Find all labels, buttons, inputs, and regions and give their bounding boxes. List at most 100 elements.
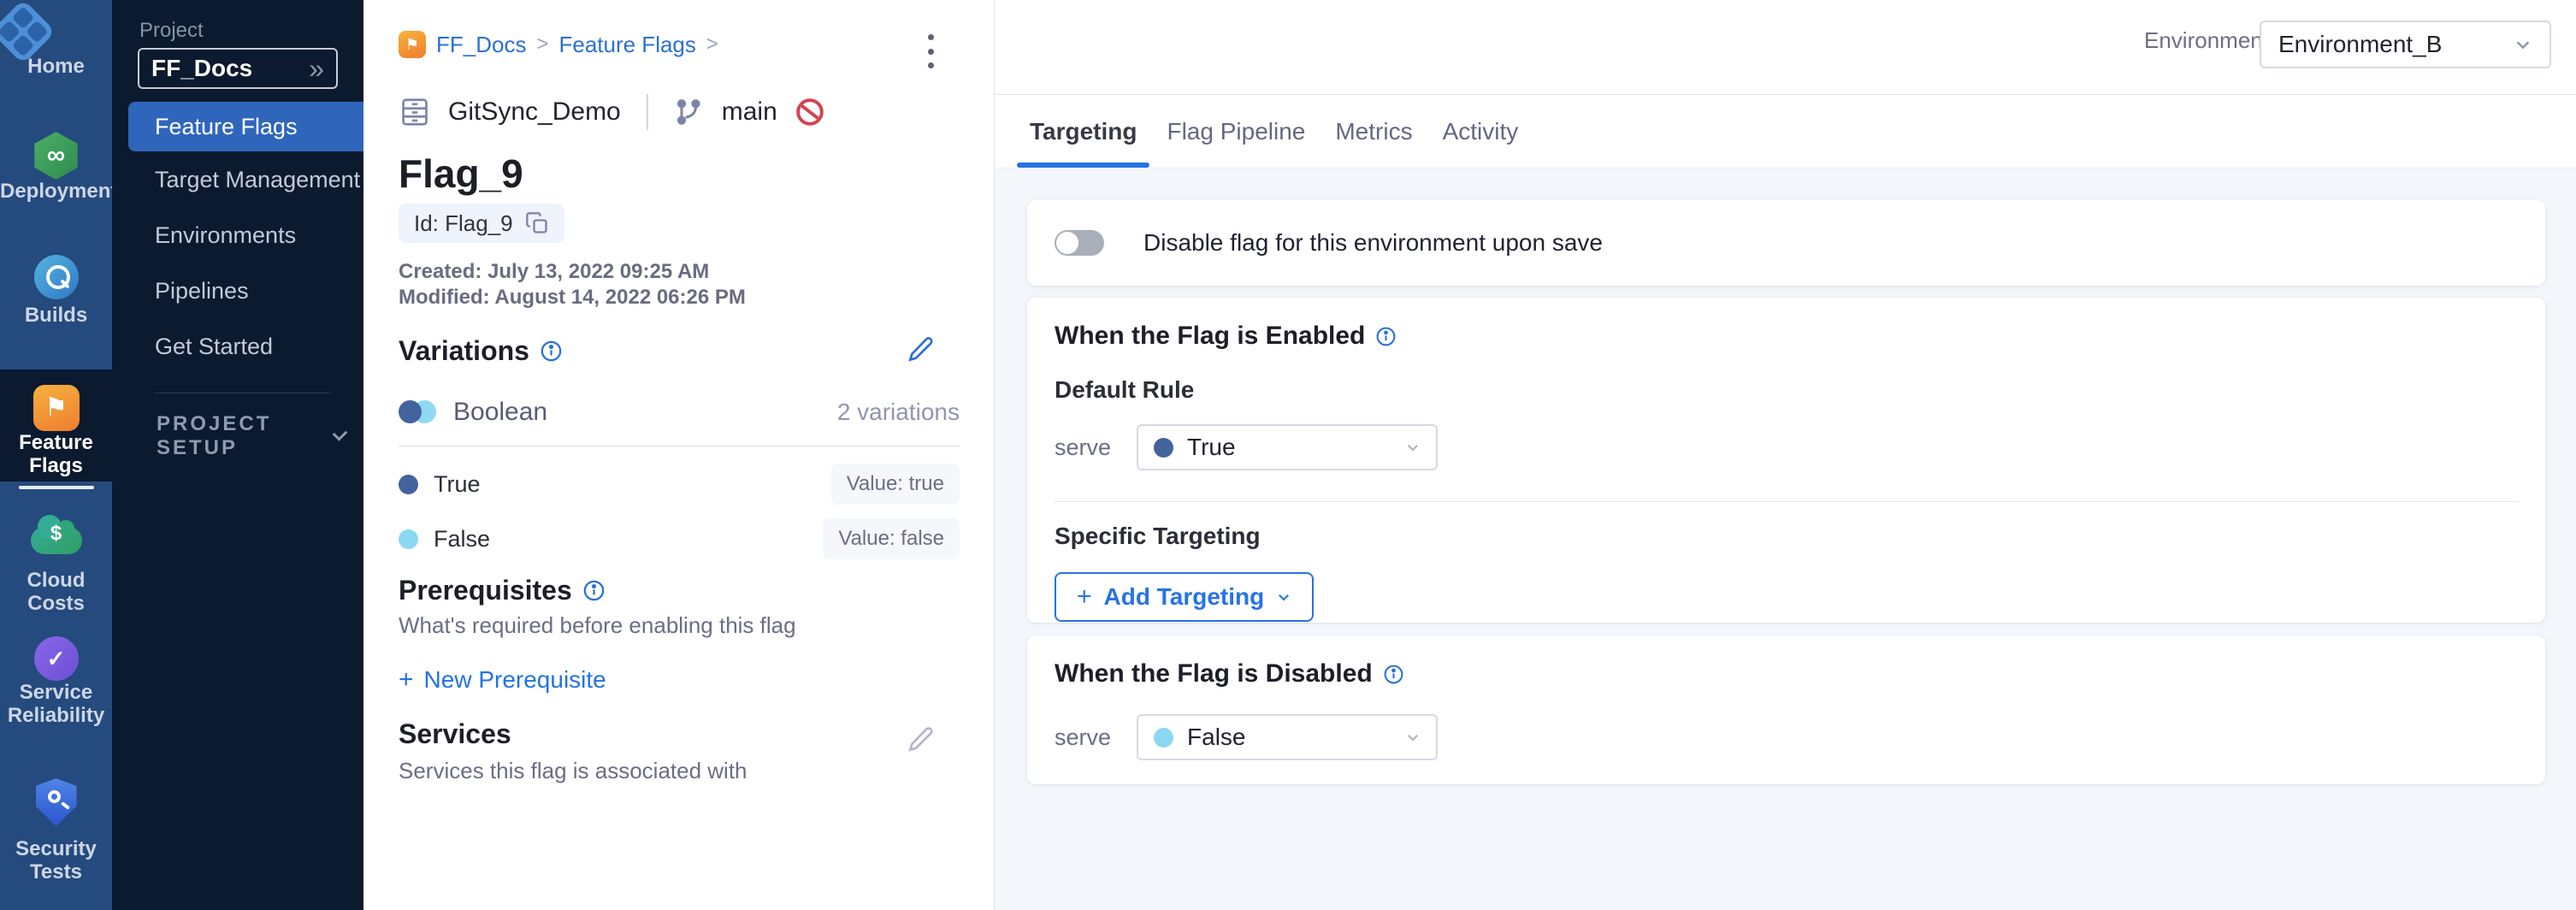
sidebar-item-label: Feature Flags (155, 114, 298, 140)
disabled-serve-value: False (1187, 724, 1391, 751)
enabled-serve-value: True (1187, 434, 1391, 461)
edit-variations-button[interactable] (907, 335, 942, 369)
targeting-content: Disable flag for this environment upon s… (995, 168, 2576, 910)
pencil-icon (907, 725, 935, 753)
tab-activity[interactable]: Activity (1443, 95, 1519, 168)
nav-module-home[interactable]: Home (0, 9, 112, 78)
sidebar-item-label: Pipelines (155, 278, 249, 304)
variation-name: True (434, 471, 481, 498)
variation-type-row: Boolean 2 variations (399, 393, 960, 431)
disable-flag-label: Disable flag for this environment upon s… (1143, 229, 1603, 257)
serve-label: serve (1055, 434, 1111, 461)
true-variation-dot (399, 475, 418, 494)
project-selector[interactable]: FF_Docs » (138, 48, 338, 89)
enabled-heading-row: When the Flag is Enabled (1055, 322, 2518, 351)
feature-flags-icon: ⚑ (33, 385, 80, 431)
boolean-type-icon (399, 400, 438, 424)
variation-count: 2 variations (837, 399, 960, 426)
sidebar-item-pipelines[interactable]: Pipelines (112, 266, 363, 316)
prerequisites-heading-row: Prerequisites (399, 575, 606, 606)
services-heading-row: Services (399, 718, 511, 750)
variation-name: False (434, 526, 490, 552)
variation-row-false: False Value: false (399, 517, 960, 561)
nav-module-builds[interactable]: Builds (0, 255, 112, 327)
tab-label: Activity (1443, 118, 1519, 145)
variation-type-label: Boolean (453, 398, 547, 427)
pencil-icon (907, 335, 935, 363)
tab-targeting[interactable]: Targeting (1030, 95, 1137, 168)
module-rail: Home ∞ Deployments Builds ⚑ Feature Flag… (0, 0, 112, 910)
add-targeting-label: Add Targeting (1104, 583, 1265, 611)
add-targeting-button[interactable]: + Add Targeting (1055, 572, 1314, 622)
services-subtitle: Services this flag is associated with (399, 758, 747, 784)
git-branch-name[interactable]: main (722, 98, 777, 127)
rail-label: Feature Flags (0, 431, 112, 477)
security-tests-icon (36, 778, 77, 826)
disable-flag-toggle[interactable] (1055, 230, 1104, 256)
info-icon[interactable] (1383, 664, 1404, 685)
false-variation-dot (1154, 728, 1173, 748)
project-name: FF_Docs (151, 55, 309, 82)
rail-label: Cloud Costs (0, 569, 112, 615)
targeting-panel: Environment Environment_B Targeting Flag… (994, 0, 2576, 910)
flag-options-menu-button[interactable] (916, 32, 945, 70)
disabled-serve-select[interactable]: False (1137, 714, 1438, 760)
enabled-serve-row: serve True (1055, 424, 2518, 470)
new-prerequisite-button[interactable]: + New Prerequisite (399, 665, 606, 694)
flag-title: Flag_9 (399, 151, 523, 197)
disabled-heading: When the Flag is Disabled (1055, 659, 1373, 688)
environment-select[interactable]: Environment_B (2260, 21, 2551, 68)
info-icon[interactable] (540, 340, 563, 363)
serve-label: serve (1055, 724, 1111, 751)
chevron-down-icon (2514, 35, 2532, 54)
sidebar-item-get-started[interactable]: Get Started (112, 322, 363, 371)
tab-label: Metrics (1335, 118, 1412, 145)
nav-module-cloud-costs[interactable]: $ Cloud Costs (0, 511, 112, 615)
breadcrumb-link-feature-flags[interactable]: Feature Flags (558, 32, 695, 58)
expand-projects-icon[interactable]: » (309, 56, 324, 80)
info-icon[interactable] (1375, 326, 1397, 347)
services-heading: Services (399, 718, 511, 750)
environment-selected-value: Environment_B (2278, 31, 2514, 58)
rail-label: Reliability (0, 704, 112, 727)
tab-flag-pipeline[interactable]: Flag Pipeline (1167, 95, 1305, 168)
copy-icon[interactable] (525, 211, 549, 235)
flag-modified-text: Modified: August 14, 2022 06:26 PM (399, 286, 746, 310)
plus-icon: + (399, 665, 414, 694)
breadcrumb: ⚑ FF_Docs > Feature Flags > (399, 31, 718, 58)
breadcrumb-link-project[interactable]: FF_Docs (436, 32, 526, 58)
tab-label: Flag Pipeline (1167, 118, 1305, 145)
breadcrumb-separator: > (536, 32, 548, 56)
flag-enabled-card: When the Flag is Enabled Default Rule se… (1027, 298, 2545, 623)
sidebar-item-environments[interactable]: Environments (112, 210, 363, 260)
flag-details-column: ⚑ FF_Docs > Feature Flags > GitSync_Demo… (363, 0, 994, 910)
variation-value-badge: Value: true (831, 464, 960, 505)
git-sync-disabled-icon (795, 97, 825, 127)
environment-label: Environment (2144, 27, 2269, 54)
git-sync-row: GitSync_Demo main (399, 94, 825, 130)
nav-module-service-reliability[interactable]: ✓ Service Reliability (0, 636, 112, 727)
tab-label: Targeting (1030, 118, 1137, 145)
nav-module-deployments[interactable]: ∞ Deployments (0, 132, 112, 203)
deployments-icon: ∞ (32, 132, 80, 180)
true-variation-dot (1154, 438, 1173, 458)
sidebar-item-feature-flags[interactable]: Feature Flags (128, 102, 363, 151)
nav-module-feature-flags[interactable]: ⚑ Feature Flags (0, 385, 112, 489)
project-setup-section[interactable]: PROJECT SETUP (157, 412, 345, 460)
edit-services-button[interactable] (907, 725, 942, 759)
info-icon[interactable] (582, 579, 606, 602)
chevron-down-icon (332, 426, 347, 441)
variation-value-badge: Value: false (823, 518, 960, 559)
disable-flag-card: Disable flag for this environment upon s… (1027, 200, 2545, 286)
enabled-serve-select[interactable]: True (1137, 424, 1438, 470)
tab-metrics[interactable]: Metrics (1335, 95, 1412, 168)
variations-heading-row: Variations (399, 335, 563, 367)
rail-label: Deployments (0, 180, 112, 203)
sidebar-item-label: Get Started (155, 334, 273, 360)
flag-disabled-card: When the Flag is Disabled serve False (1027, 635, 2545, 784)
nav-module-security-tests[interactable]: Security Tests (0, 778, 112, 883)
project-sidebar: Project FF_Docs » Feature Flags Target M… (112, 0, 363, 910)
rail-label: Security Tests (0, 837, 112, 883)
active-module-underline (19, 486, 94, 489)
sidebar-item-target-management[interactable]: Target Management (112, 155, 363, 204)
